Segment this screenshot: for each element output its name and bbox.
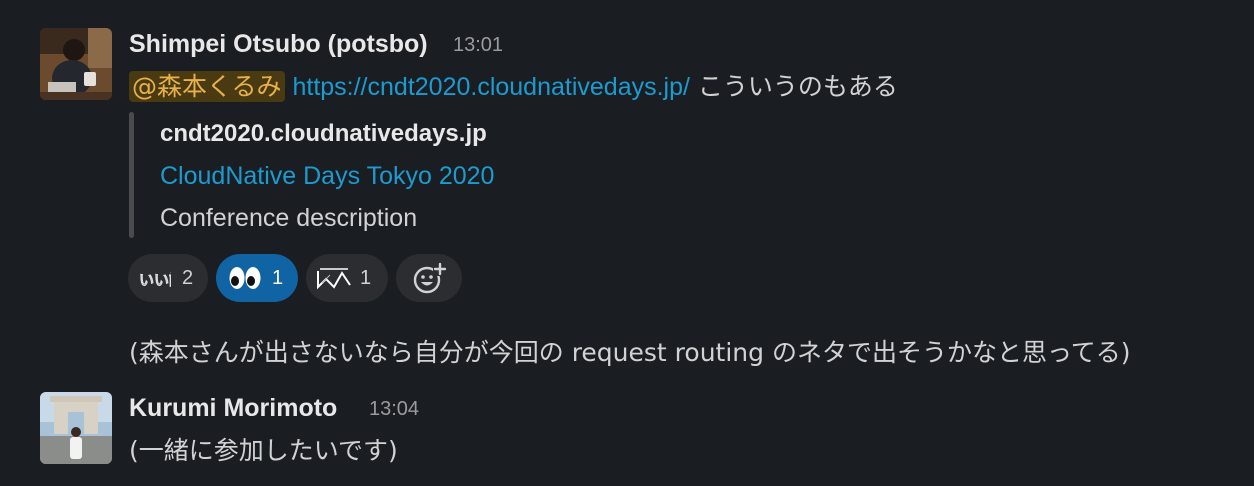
message-timestamp[interactable]: 13:01 (453, 34, 503, 57)
eyes-emoji-icon (228, 261, 262, 295)
avatar-image (40, 392, 112, 464)
add-reaction-button[interactable] (396, 254, 462, 302)
add-reaction-icon (411, 260, 447, 296)
iine-custom-emoji-icon: いい話 (138, 261, 172, 295)
message-link[interactable]: https://cndt2020.cloudnativedays.jp/ (292, 73, 690, 101)
reaction-eyes[interactable]: 1 (216, 254, 298, 302)
unfurl-description: Conference description (160, 204, 418, 232)
sender-name[interactable]: Shimpei Otsubo (potsbo) (129, 30, 428, 59)
custom-emoji-icon (316, 261, 352, 295)
message-timestamp[interactable]: 13:04 (369, 398, 419, 421)
reaction-custom[interactable]: 1 (306, 254, 388, 302)
reaction-count: 2 (182, 266, 194, 289)
reaction-iine[interactable]: いい話 2 (128, 254, 208, 302)
reaction-count: 1 (360, 266, 372, 289)
avatar-kurumi[interactable] (40, 392, 112, 464)
avatar-shimpei[interactable] (40, 28, 112, 100)
unfurl-bar (129, 112, 134, 238)
followup-message-text: (森本さんが出さないなら自分が今回の request routing のネタで出… (129, 338, 1131, 367)
user-mention[interactable]: @森本くるみ (129, 71, 285, 102)
unfurl-site-name: cndt2020.cloudnativedays.jp (160, 120, 487, 147)
svg-text:いい話: いい話 (139, 271, 171, 289)
sender-name[interactable]: Kurumi Morimoto (129, 394, 337, 423)
message-text: @森本くるみ https://cndt2020.cloudnativedays.… (129, 67, 898, 103)
message-text: (一緒に参加したいです) (129, 436, 398, 465)
unfurl-title-link[interactable]: CloudNative Days Tokyo 2020 (160, 162, 494, 191)
avatar-image (40, 28, 112, 100)
message-text-after-link: こういうのもある (689, 72, 898, 101)
reaction-count: 1 (272, 266, 284, 289)
